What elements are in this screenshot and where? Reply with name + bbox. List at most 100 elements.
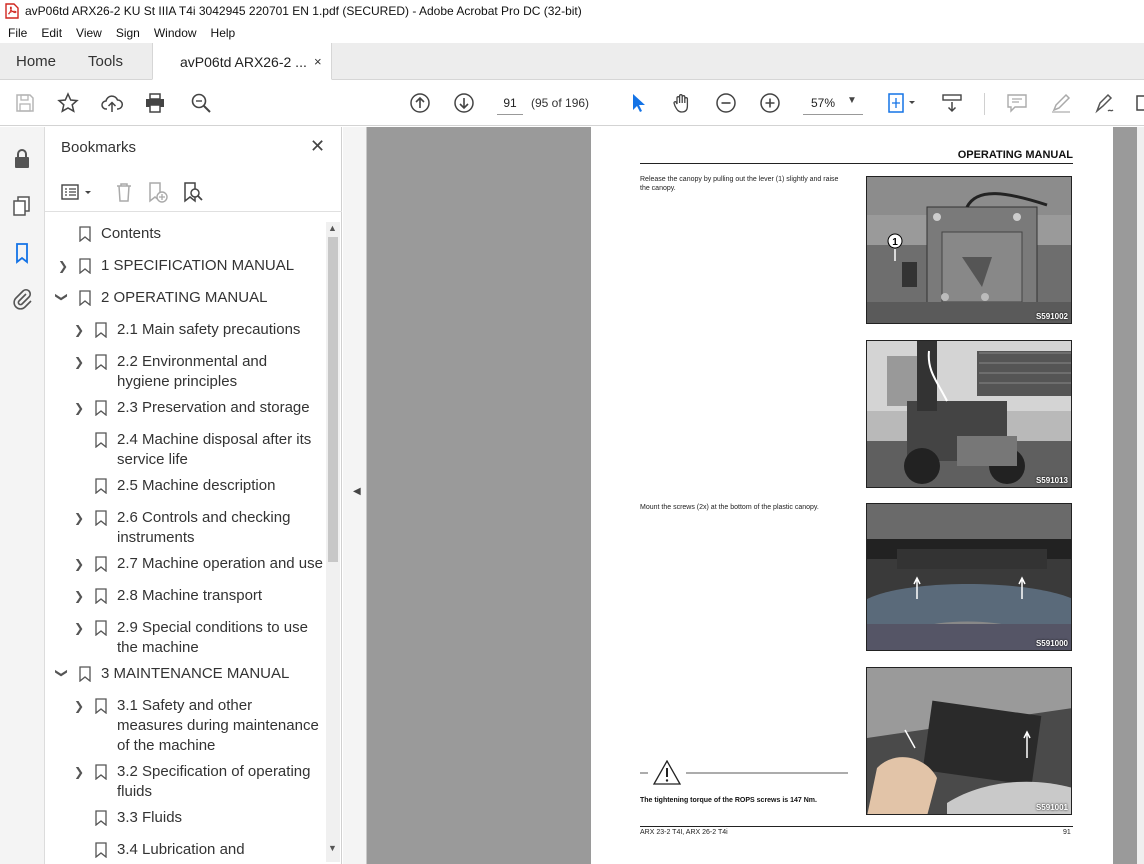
chevron-down-icon[interactable]: ❯ xyxy=(52,668,72,680)
bookmark-label: 3.1 Safety and other measures during mai… xyxy=(117,697,319,754)
bookmark-icon xyxy=(95,432,107,448)
menu-sign[interactable]: Sign xyxy=(109,26,147,40)
new-bookmark-icon[interactable] xyxy=(145,180,169,204)
bookmark-icon xyxy=(95,698,107,714)
bookmark-label: 2.6 Controls and checking instruments xyxy=(117,509,291,546)
window-title: avP06td ARX26-2 KU St IIIA T4i 3042945 2… xyxy=(25,4,582,18)
photo-canopy-raised: S591013 xyxy=(866,340,1072,488)
instruction-text: Mount the screws (2x) at the bottom of t… xyxy=(640,504,819,511)
zoom-search-icon[interactable] xyxy=(189,91,213,115)
bookmark-label: Contents xyxy=(101,225,162,242)
hand-tool-icon[interactable] xyxy=(670,91,694,115)
page-thumbnails-icon[interactable] xyxy=(10,194,34,218)
bookmarks-panel: Bookmarks ✕ Contents ❯ 1 SPECIFICATION M… xyxy=(45,127,342,864)
bookmark-panel-icon[interactable] xyxy=(10,241,34,265)
callout-number: 1 xyxy=(892,237,898,248)
bookmark-label: 2.3 Preservation and storage xyxy=(117,399,310,416)
star-icon[interactable] xyxy=(56,91,80,115)
chevron-down-icon[interactable]: ❯ xyxy=(52,292,72,304)
chevron-right-icon[interactable]: ❯ xyxy=(74,696,86,716)
tab-home[interactable]: Home xyxy=(16,53,56,70)
title-bar: avP06td ARX26-2 KU St IIIA T4i 3042945 2… xyxy=(0,0,1144,22)
chevron-right-icon[interactable]: ❯ xyxy=(74,554,86,574)
zoom-level-select[interactable]: 57% ▼ xyxy=(803,91,863,115)
tab-document-label: avP06td ARX26-2 ... xyxy=(180,54,307,70)
header-rule xyxy=(640,163,1073,164)
bookmark-icon xyxy=(95,620,107,636)
collapse-panel-icon[interactable]: ◀ xyxy=(353,486,361,497)
bookmark-label: 2.4 Machine disposal after its service l… xyxy=(117,431,312,468)
menu-edit[interactable]: Edit xyxy=(34,26,69,40)
bookmarks-toolbar xyxy=(45,172,342,212)
photo-code: S591000 xyxy=(1035,639,1068,648)
bookmark-label: 3.3 Fluids xyxy=(117,809,183,826)
document-scrollbar[interactable] xyxy=(1137,127,1144,864)
photo-code: S591001 xyxy=(1035,803,1068,812)
page-number-input[interactable]: 91 xyxy=(497,91,523,115)
bookmark-label: 1 SPECIFICATION MANUAL xyxy=(101,257,295,274)
attachment-icon[interactable] xyxy=(10,287,34,311)
scroll-down-icon[interactable]: ▼ xyxy=(328,843,337,853)
acrobat-pdf-icon xyxy=(5,3,19,19)
sign-pen-icon[interactable] xyxy=(1093,91,1117,115)
zoom-out-icon[interactable] xyxy=(714,91,738,115)
bookmarks-close-button[interactable]: ✕ xyxy=(310,136,325,157)
bookmark-label: 3.4 Lubrication and xyxy=(117,841,245,858)
chevron-right-icon[interactable]: ❯ xyxy=(74,618,86,638)
save-icon[interactable] xyxy=(13,91,37,115)
bookmark-label: 2.5 Machine description xyxy=(117,477,276,494)
select-cursor-icon[interactable] xyxy=(626,91,650,115)
menu-view[interactable]: View xyxy=(69,26,109,40)
bookmark-label: 2.7 Machine operation and use xyxy=(117,555,323,572)
bookmark-label: 2 OPERATING MANUAL xyxy=(101,289,268,306)
bookmark-icon xyxy=(79,290,91,306)
chevron-down-icon: ▼ xyxy=(847,95,857,106)
bookmark-label: 2.8 Machine transport xyxy=(117,587,263,604)
chevron-right-icon[interactable]: ❯ xyxy=(74,398,86,418)
comment-icon[interactable] xyxy=(1005,91,1029,115)
scroll-up-icon[interactable]: ▲ xyxy=(328,223,337,233)
tab-tools[interactable]: Tools xyxy=(88,53,123,70)
bookmark-icon xyxy=(95,842,107,858)
chevron-right-icon[interactable]: ❯ xyxy=(74,508,86,528)
bookmark-label: 3 MAINTENANCE MANUAL xyxy=(101,665,290,682)
next-page-icon[interactable] xyxy=(452,91,476,115)
more-tools-icon[interactable] xyxy=(1132,91,1144,115)
tab-document[interactable]: avP06td ARX26-2 ... × xyxy=(152,43,332,80)
upload-cloud-icon[interactable] xyxy=(100,91,124,115)
chevron-right-icon[interactable]: ❯ xyxy=(74,352,86,372)
main-toolbar: 91 (95 of 196) 57% ▼ xyxy=(0,80,1144,126)
highlight-pen-icon[interactable] xyxy=(1049,91,1073,115)
bookmarks-scroll-thumb[interactable] xyxy=(328,237,338,562)
chevron-right-icon[interactable]: ❯ xyxy=(58,256,70,276)
delete-bookmark-icon[interactable] xyxy=(112,180,136,204)
tab-close-button[interactable]: × xyxy=(314,54,322,69)
toolbar-separator xyxy=(984,93,985,115)
scroll-mode-icon[interactable] xyxy=(940,91,964,115)
bookmark-icon xyxy=(95,400,107,416)
pdf-page: OPERATING MANUAL Release the canopy by p… xyxy=(591,127,1113,864)
zoom-in-icon[interactable] xyxy=(758,91,782,115)
find-bookmark-icon[interactable] xyxy=(180,180,204,204)
options-menu-icon[interactable] xyxy=(60,180,96,204)
previous-page-icon[interactable] xyxy=(408,91,432,115)
bookmark-icon xyxy=(79,258,91,274)
fit-page-icon[interactable] xyxy=(885,91,919,115)
photo-canopy-screws: S591000 xyxy=(866,503,1072,651)
navigation-rail xyxy=(0,127,45,864)
warning-triangle-icon xyxy=(640,760,848,785)
bookmark-tree: Contents ❯ 1 SPECIFICATION MANUAL ❯ 2 OP… xyxy=(45,217,325,864)
warning-text: The tightening torque of the ROPS screws… xyxy=(640,797,817,804)
bookmark-label: 2.1 Main safety precautions xyxy=(117,321,301,338)
menu-file[interactable]: File xyxy=(0,26,34,40)
bookmark-icon xyxy=(95,510,107,526)
print-icon[interactable] xyxy=(143,91,167,115)
menu-window[interactable]: Window xyxy=(147,26,204,40)
chevron-right-icon[interactable]: ❯ xyxy=(74,320,86,340)
chevron-right-icon[interactable]: ❯ xyxy=(74,762,86,782)
chevron-right-icon[interactable]: ❯ xyxy=(74,586,86,606)
photo-code: S591002 xyxy=(1035,312,1068,321)
menu-help[interactable]: Help xyxy=(204,26,243,40)
lock-icon[interactable] xyxy=(10,147,34,171)
bookmark-icon xyxy=(95,354,107,370)
